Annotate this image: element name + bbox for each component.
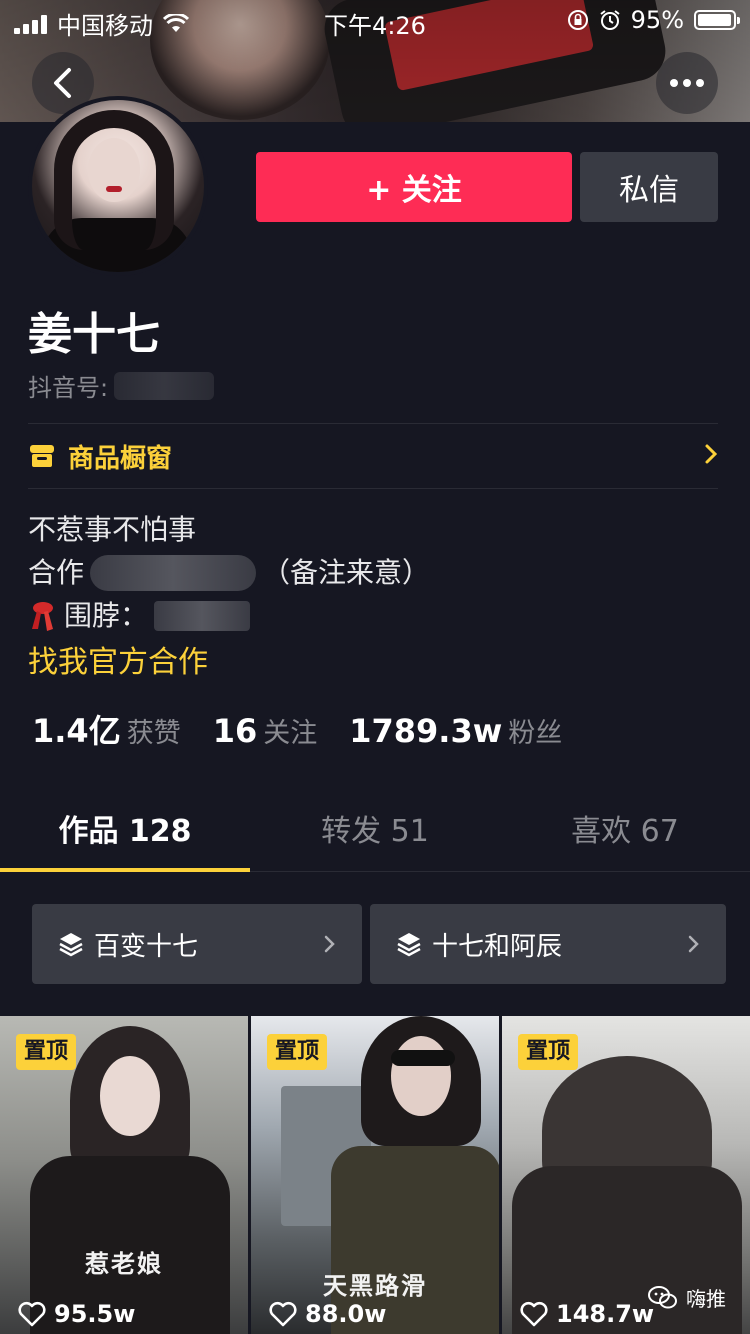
video-likes: 88.0w <box>269 1300 386 1328</box>
chevron-right-icon <box>688 935 699 953</box>
video-caption: 惹老娘 <box>85 1249 163 1278</box>
collection-title: 十七和阿辰 <box>432 931 563 962</box>
video-likes: 95.5w <box>18 1300 135 1328</box>
bio-line: 围脖： <box>28 594 430 637</box>
shop-window-row[interactable]: 商品橱窗 <box>28 424 718 488</box>
heart-icon <box>269 1301 297 1327</box>
layers-icon <box>59 933 83 957</box>
video-thumbnail[interactable]: 惹老娘 置顶 95.5w <box>0 1016 248 1334</box>
watermark-text: 嗨推 <box>686 1287 726 1311</box>
video-caption: 天黑路滑 <box>323 1271 427 1300</box>
avatar[interactable] <box>28 96 208 276</box>
likes-count: 1.4亿 <box>32 712 121 750</box>
video-likes-count: 95.5w <box>54 1300 136 1328</box>
douyin-id-blurred <box>114 371 215 400</box>
tab-works[interactable]: 作品 128 <box>0 796 250 868</box>
following-count[interactable]: 16 <box>213 712 258 750</box>
tab-reposts[interactable]: 转发 51 <box>250 796 500 868</box>
video-likes-count: 88.0w <box>305 1300 387 1328</box>
nickname: 姜十七 <box>28 309 160 360</box>
official-cooperation-link[interactable]: 找我官方合作 <box>28 641 430 684</box>
collection-card[interactable]: 百变十七 <box>32 904 362 984</box>
bio: 不惹事不怕事 合作 （备注来意） 围脖： 找我官方合作 <box>28 508 430 684</box>
tab-indicator <box>0 868 250 872</box>
followers-count[interactable]: 1789.3w <box>349 712 502 750</box>
stats-row: 1.4亿 获赞 16 关注 1789.3w 粉丝 <box>32 706 594 752</box>
collection-card[interactable]: 十七和阿辰 <box>370 904 726 984</box>
tab-likes[interactable]: 喜欢 67 <box>500 796 750 868</box>
bio-coop-suffix: （备注来意） <box>262 556 431 589</box>
layers-icon <box>397 933 421 957</box>
follow-button[interactable]: + 关注 <box>256 152 572 222</box>
shop-window-label: 商品橱窗 <box>68 443 173 474</box>
wechat-icon <box>648 1285 677 1308</box>
status-bar: 中国移动 下午4:26 95% <box>0 0 750 40</box>
followers-label[interactable]: 粉丝 <box>508 711 562 750</box>
chevron-left-icon <box>54 68 71 98</box>
divider <box>28 488 718 489</box>
video-grid: 惹老娘 置顶 95.5w 天黑路滑 置顶 88.0w 置顶 148.7w <box>0 1016 750 1334</box>
profile-page: 中国移动 下午4:26 95% + 关注 私信 姜十七 抖音号: 商品橱窗 不惹… <box>0 0 750 1334</box>
heart-icon <box>18 1301 46 1327</box>
pinned-badge: 置顶 <box>518 1034 579 1070</box>
bio-line: 合作 （备注来意） <box>28 551 430 594</box>
message-button[interactable]: 私信 <box>580 152 718 222</box>
watermark: 嗨推 <box>648 1283 726 1312</box>
more-button[interactable] <box>656 52 718 114</box>
battery-percent: 95% <box>630 6 684 34</box>
chevron-right-icon <box>705 444 718 464</box>
video-thumbnail[interactable]: 天黑路滑 置顶 88.0w <box>251 1016 499 1334</box>
douyin-id: 抖音号: <box>28 368 215 403</box>
battery-icon <box>694 10 740 30</box>
content-tabs: 作品 128 转发 51 喜欢 67 <box>0 796 750 870</box>
likes-label: 获赞 <box>126 718 181 749</box>
blurred-contact <box>90 554 257 591</box>
chevron-right-icon <box>324 935 335 953</box>
blurred-weibo <box>154 600 251 631</box>
heart-icon <box>520 1301 548 1327</box>
bio-coop-prefix: 合作 <box>28 556 85 589</box>
more-dots-icon <box>670 79 704 87</box>
video-likes-count: 148.7w <box>556 1300 655 1328</box>
bio-line: 不惹事不怕事 <box>28 513 197 546</box>
bio-weibo-prefix: 围脖： <box>64 599 149 632</box>
video-likes: 148.7w <box>520 1300 654 1328</box>
collection-title: 百变十七 <box>94 931 199 962</box>
lock-rotation-icon <box>567 10 588 30</box>
pinned-badge: 置顶 <box>267 1034 328 1070</box>
pinned-badge: 置顶 <box>16 1034 77 1070</box>
douyin-id-label: 抖音号: <box>28 374 109 402</box>
scarf-icon <box>32 601 53 631</box>
alarm-icon <box>600 10 620 30</box>
following-label[interactable]: 关注 <box>263 711 317 750</box>
shop-icon <box>30 445 54 467</box>
